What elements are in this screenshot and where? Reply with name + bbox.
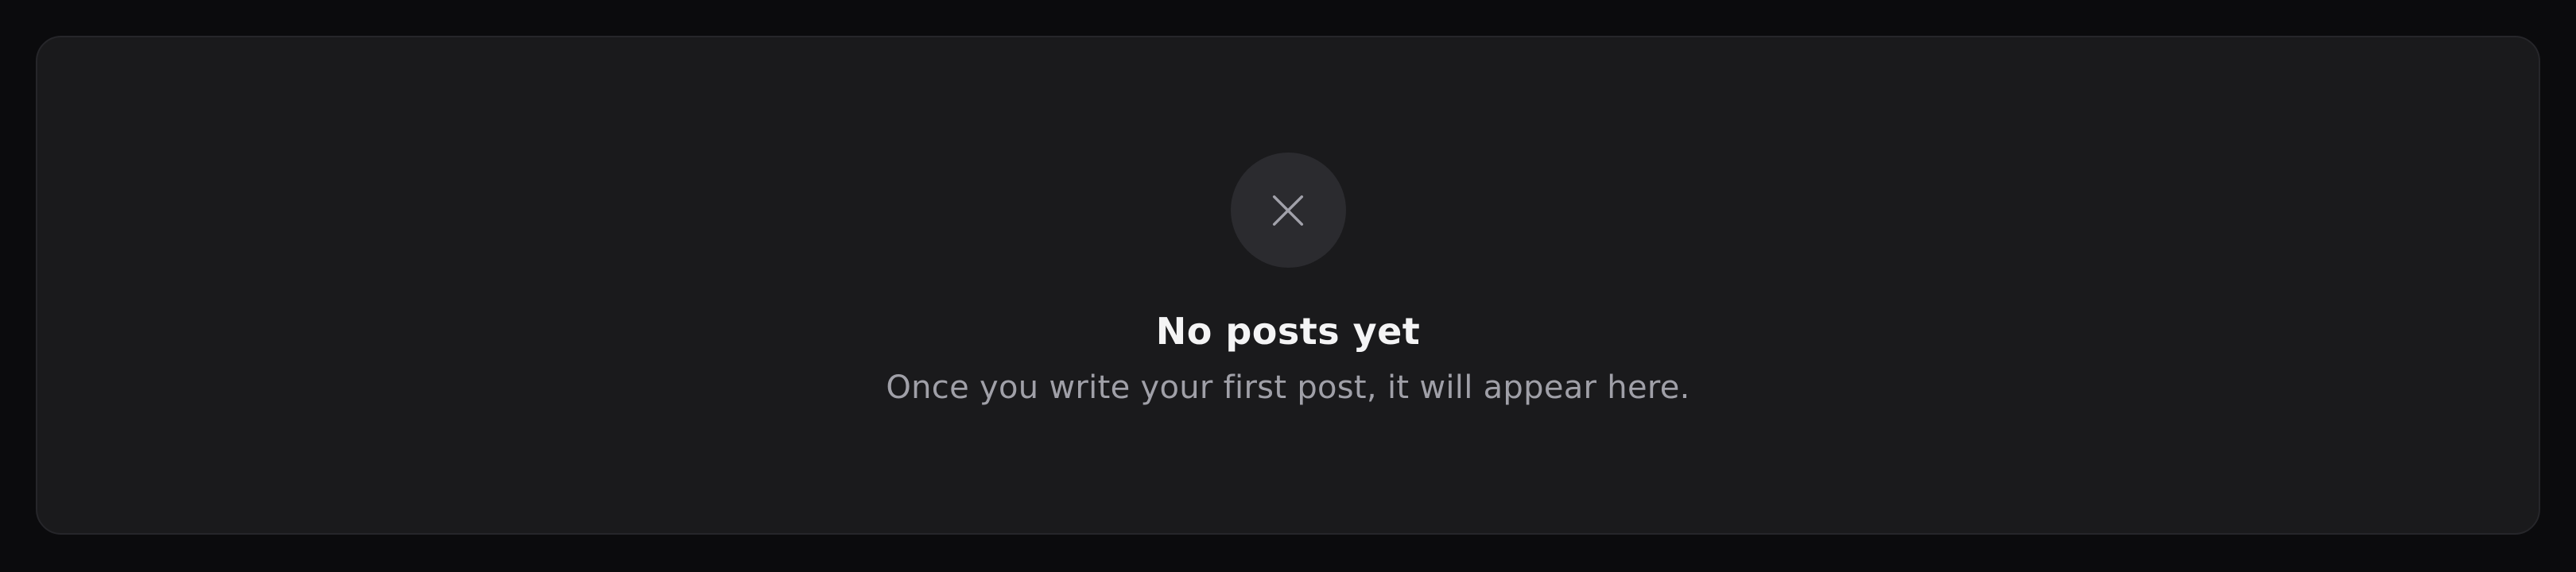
empty-state-title: No posts yet xyxy=(1155,310,1421,353)
close-icon xyxy=(1272,195,1304,226)
empty-state-icon-badge xyxy=(1230,153,1346,268)
empty-state-message: Once you write your first post, it will … xyxy=(886,369,1690,406)
empty-state-card: No posts yet Once you write your first p… xyxy=(36,36,2540,535)
empty-state: No posts yet Once you write your first p… xyxy=(37,153,2539,408)
